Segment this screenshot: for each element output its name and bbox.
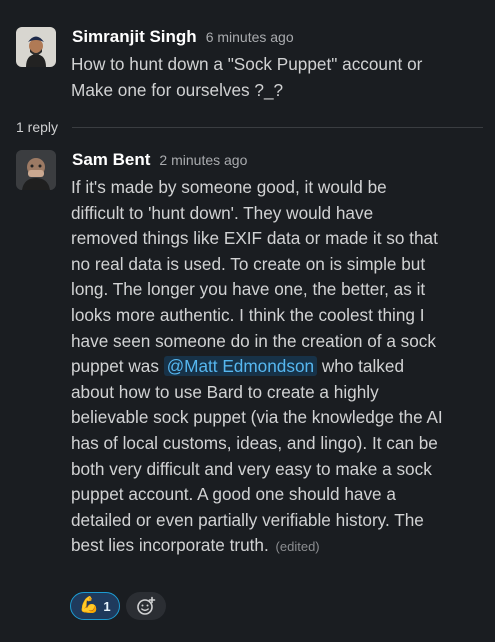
user-photo-icon [16,150,56,190]
author-name[interactable]: Sam Bent [72,150,150,170]
message-header: Sam Bent 2 minutes ago [72,150,247,170]
message-header: Simranjit Singh 6 minutes ago [72,27,294,47]
message-line: both very difficult and very easy to mak… [71,458,432,479]
message-line: If it's made by someone good, it would b… [71,177,387,197]
message-line: long. The longer you have one, the bette… [71,279,426,300]
last-line-text: best lies incorporate truth. [71,535,269,556]
message-line: removed things like EXIF data or made it… [71,228,438,249]
message-line: no real data is used. To create on is si… [71,253,426,274]
message-line: detailed or even partially verifiable hi… [71,509,424,530]
timestamp[interactable]: 6 minutes ago [206,29,294,45]
add-reaction-icon [137,596,156,615]
message-line: puppet account. A good one should have a [71,484,396,505]
message-body: If it's made by someone good, it would b… [71,175,443,560]
message-line: believable sock puppet (via the knowledg… [71,407,443,428]
message-line: Make one for ourselves ?_? [71,79,284,100]
message-line-with-mention: puppet was @Matt Edmondson who talked [71,354,443,380]
thread-reply-divider: 1 reply [16,117,483,137]
message-last-line: best lies incorporate truth. (edited) [71,533,443,560]
user-photo-icon [16,27,56,67]
avatar-simranjit-singh[interactable] [16,27,56,67]
mention-prefix: puppet was [71,356,164,377]
mention-suffix: who talked [317,356,405,377]
divider-line [72,126,483,128]
message-line: How to hunt down a "Sock Puppet" account… [71,54,423,74]
avatar-sam-bent[interactable] [16,150,56,190]
edited-label: (edited) [275,539,320,555]
timestamp[interactable]: 2 minutes ago [159,152,247,168]
reaction-count: 1 [103,598,111,614]
message-line: have seen someone do in the creation of … [71,330,436,351]
reaction-flexed-biceps[interactable]: 💪 1 [70,592,120,620]
flexed-biceps-emoji-icon: 💪 [79,597,100,614]
message-body: How to hunt down a "Sock Puppet" account… [71,52,422,103]
message-line: looks more authentic. I think the cooles… [71,304,425,325]
author-name[interactable]: Simranjit Singh [72,27,197,47]
message-line: difficult to 'hunt down'. They would hav… [71,202,374,223]
message-line: about how to use Bard to create a highly [71,381,379,402]
reply-count: 1 reply [16,119,59,135]
user-mention-link[interactable]: @Matt Edmondson [163,356,318,377]
message-line: has of local customs, ideas, and lingo).… [71,432,438,453]
add-reaction-button[interactable] [126,592,166,620]
